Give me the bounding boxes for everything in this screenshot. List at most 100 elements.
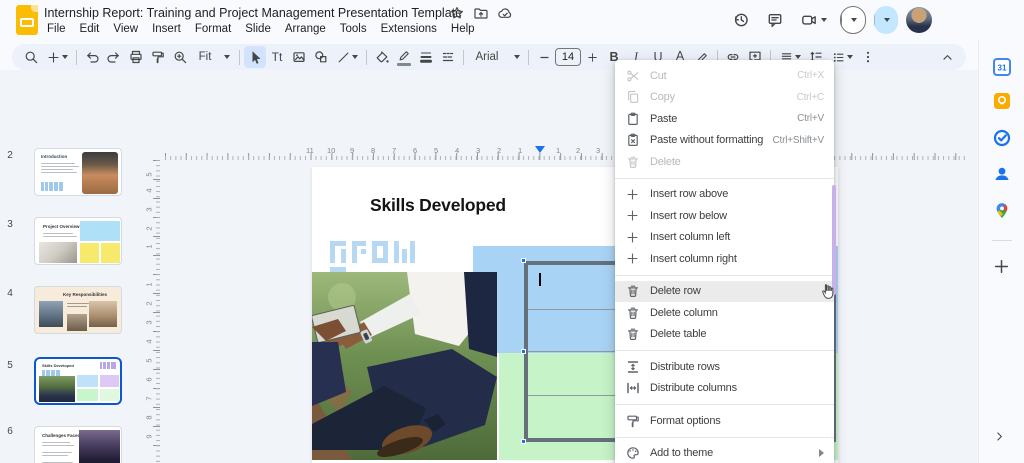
slide-thumbnail-4[interactable]: Key Responsibilities bbox=[34, 286, 122, 334]
menu-slide[interactable]: Slide bbox=[238, 21, 278, 37]
menu-item-cut[interactable]: Cut Ctrl+X bbox=[615, 65, 834, 87]
font-size-decrease-icon[interactable] bbox=[533, 46, 555, 68]
select-tool-icon[interactable] bbox=[244, 46, 266, 68]
maps-icon[interactable] bbox=[993, 202, 1011, 220]
menu-item-distribute-rows[interactable]: Distribute rows bbox=[615, 356, 834, 378]
submenu-arrow-icon bbox=[819, 449, 824, 458]
menu-item-delete-table[interactable]: Delete table bbox=[615, 324, 834, 346]
border-color-icon[interactable] bbox=[393, 46, 415, 68]
slide-number: 6 bbox=[7, 426, 13, 437]
font-family-select[interactable]: Arial bbox=[468, 46, 524, 68]
slide-number: 2 bbox=[7, 150, 13, 161]
menu-item-paste[interactable]: Paste Ctrl+V bbox=[615, 108, 834, 130]
star-icon[interactable] bbox=[450, 6, 464, 20]
zoom-icon[interactable] bbox=[169, 46, 191, 68]
thumb-photo bbox=[39, 301, 63, 327]
search-menus-icon[interactable] bbox=[20, 46, 42, 68]
thumb-table-cell-green bbox=[100, 389, 119, 401]
menu-scrollbar-thumb[interactable] bbox=[832, 185, 836, 295]
insert-shape-icon[interactable] bbox=[310, 46, 332, 68]
slideshow-button[interactable]: Slideshow bbox=[728, 6, 1024, 463]
thumb-pixel-accent bbox=[100, 362, 116, 369]
menu-item-copy[interactable]: Copy Ctrl+C bbox=[615, 87, 834, 109]
meet-camera-icon[interactable] bbox=[796, 7, 832, 33]
paint-format-icon[interactable] bbox=[147, 46, 169, 68]
more-options-icon[interactable] bbox=[857, 46, 879, 68]
menu-item-delete-row[interactable]: Delete row bbox=[615, 280, 834, 302]
menu-insert[interactable]: Insert bbox=[145, 21, 188, 37]
border-dash-icon[interactable] bbox=[437, 46, 459, 68]
menu-item-delete-column[interactable]: Delete column bbox=[615, 302, 834, 324]
table-handle[interactable] bbox=[521, 439, 526, 444]
new-slide-button[interactable] bbox=[42, 46, 72, 68]
fill-color-icon[interactable] bbox=[371, 46, 393, 68]
comments-icon[interactable] bbox=[762, 7, 788, 33]
menu-edit[interactable]: Edit bbox=[73, 21, 107, 37]
thumb-photo bbox=[39, 376, 75, 402]
trash-icon bbox=[625, 284, 640, 299]
menu-view[interactable]: View bbox=[106, 21, 145, 37]
show-side-panel-icon[interactable] bbox=[993, 430, 1011, 448]
calendar-icon[interactable]: 31 bbox=[993, 58, 1011, 76]
menu-tools[interactable]: Tools bbox=[333, 21, 374, 37]
get-addons-icon[interactable] bbox=[993, 258, 1011, 276]
menu-item-insert-row-above[interactable]: Insert row above bbox=[615, 184, 834, 206]
keep-icon[interactable] bbox=[993, 92, 1011, 110]
menu-format[interactable]: Format bbox=[188, 21, 238, 37]
text-box-icon[interactable]: Tt bbox=[266, 46, 288, 68]
slide-thumbnail-5-selected[interactable]: Skills Developed bbox=[34, 357, 122, 405]
menu-file[interactable]: File bbox=[40, 21, 73, 37]
menu-item-insert-row-below[interactable]: Insert row below bbox=[615, 205, 834, 227]
share-button[interactable]: Share bbox=[728, 6, 1024, 463]
print-icon[interactable] bbox=[125, 46, 147, 68]
border-weight-icon[interactable] bbox=[415, 46, 437, 68]
menu-item-delete[interactable]: Delete bbox=[615, 151, 834, 173]
text-cursor bbox=[539, 273, 541, 286]
table-handle[interactable] bbox=[521, 258, 526, 263]
menu-item-insert-column-right[interactable]: Insert column right bbox=[615, 248, 834, 270]
vertical-ruler: 54 32 1 12 34 56 78 9 bbox=[145, 160, 160, 463]
font-size-input[interactable]: 14 bbox=[555, 48, 581, 66]
menu-item-paste-without-formatting[interactable]: Paste without formatting Ctrl+Shift+V bbox=[615, 130, 834, 152]
plus-icon bbox=[625, 208, 640, 223]
redo-icon[interactable] bbox=[103, 46, 125, 68]
document-title[interactable]: Internship Report: Training and Project … bbox=[44, 6, 462, 20]
plus-icon bbox=[625, 230, 640, 245]
thumb-photo bbox=[67, 314, 87, 331]
menu-item-distribute-columns[interactable]: Distribute columns bbox=[615, 378, 834, 400]
share-dropdown[interactable] bbox=[874, 6, 898, 34]
slide-photo[interactable] bbox=[312, 272, 497, 460]
menu-separator bbox=[615, 350, 834, 351]
table-handle[interactable] bbox=[521, 349, 526, 354]
undo-icon[interactable] bbox=[81, 46, 103, 68]
thumb-table-cell-purple bbox=[100, 375, 119, 387]
slide-thumbnail-3[interactable]: Project Overview bbox=[34, 217, 122, 265]
insert-line-icon[interactable] bbox=[332, 46, 362, 68]
cloud-status-icon[interactable] bbox=[498, 6, 512, 20]
tasks-icon[interactable] bbox=[993, 129, 1011, 147]
thumb-blue-block bbox=[80, 221, 120, 241]
menu-help[interactable]: Help bbox=[444, 21, 482, 37]
plus-icon bbox=[625, 187, 640, 202]
version-history-icon[interactable] bbox=[728, 7, 754, 33]
avatar[interactable] bbox=[906, 7, 932, 33]
zoom-select[interactable]: Fit bbox=[191, 46, 235, 68]
thumb-pixel-logo bbox=[41, 182, 63, 191]
font-size-increase-icon[interactable] bbox=[581, 46, 603, 68]
slide-thumbnail-2[interactable]: Introduction bbox=[34, 148, 122, 196]
menu-arrange[interactable]: Arrange bbox=[278, 21, 333, 37]
slide-title[interactable]: Skills Developed bbox=[370, 195, 506, 216]
move-folder-icon[interactable] bbox=[474, 6, 488, 20]
slides-logo[interactable] bbox=[16, 5, 38, 35]
insert-image-icon[interactable] bbox=[288, 46, 310, 68]
contacts-icon[interactable] bbox=[993, 165, 1011, 183]
hide-menus-icon[interactable] bbox=[936, 46, 958, 68]
menu-item-insert-column-left[interactable]: Insert column left bbox=[615, 227, 834, 249]
slide-thumbnail-6[interactable]: Challenges Faced bbox=[34, 426, 122, 463]
distribute-columns-icon bbox=[625, 381, 640, 396]
menu-item-add-to-theme[interactable]: Add to theme bbox=[615, 443, 834, 463]
menu-item-format-options[interactable]: Format options bbox=[615, 410, 834, 432]
menu-extensions[interactable]: Extensions bbox=[374, 21, 444, 37]
thumb-yellow-block bbox=[101, 243, 120, 263]
slideshow-dropdown[interactable] bbox=[841, 7, 865, 33]
